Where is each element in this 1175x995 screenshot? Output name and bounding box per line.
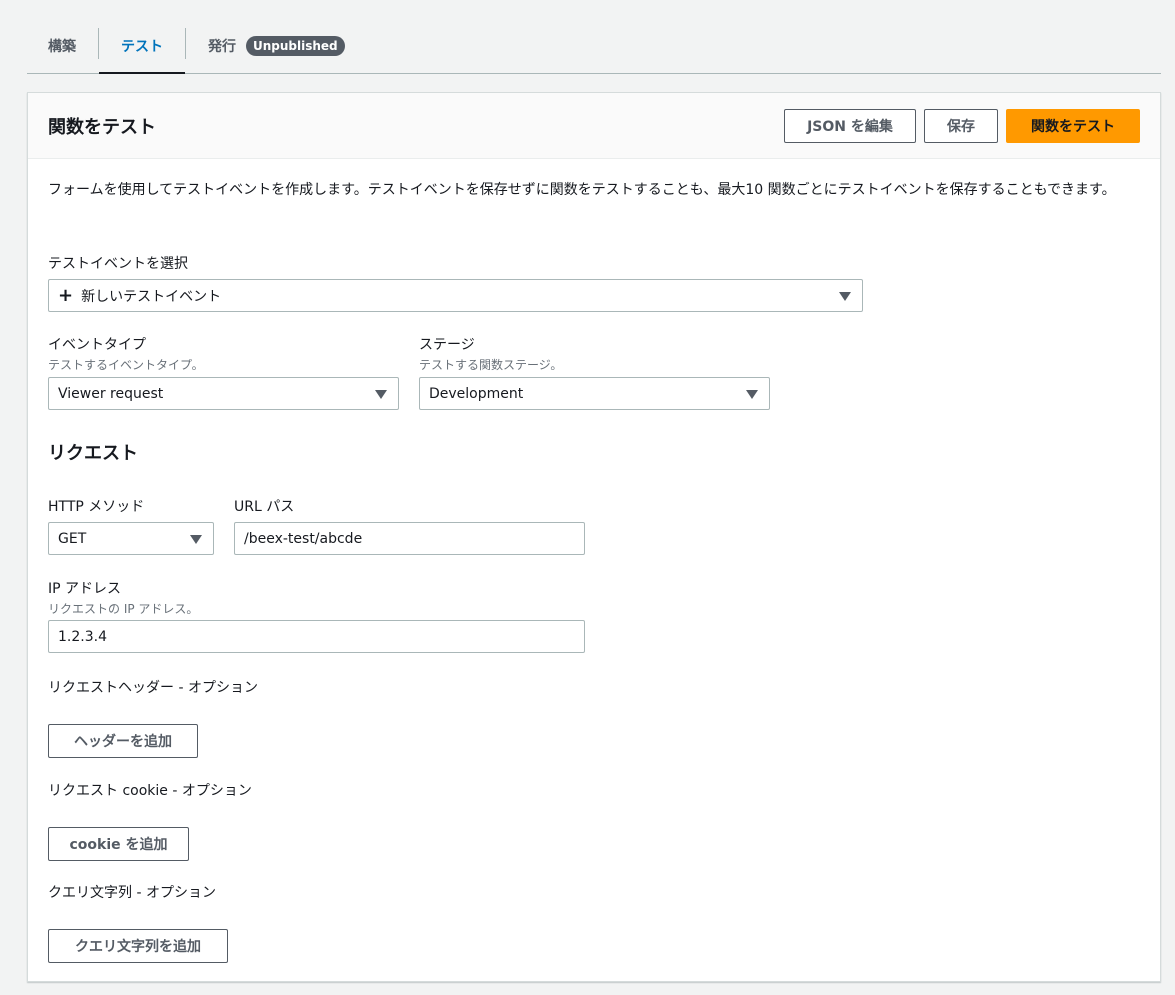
tab-test[interactable]: テスト	[99, 18, 185, 74]
panel-body: フォームを使用してテストイベントを作成します。テストイベントを保存せずに関数をテ…	[28, 159, 1160, 222]
test-function-panel: 関数をテスト JSON を編集 保存 関数をテスト フォームを使用してテストイベ…	[27, 92, 1161, 982]
add-query-string-button[interactable]: クエリ文字列を追加	[48, 929, 228, 963]
ip-address-label: IP アドレス	[48, 581, 122, 597]
panel-title: 関数をテスト	[48, 116, 156, 138]
tab-test-label: テスト	[121, 38, 163, 55]
http-method-select[interactable]: GET	[48, 522, 214, 555]
caret-down-icon	[746, 390, 758, 399]
test-event-select[interactable]: + 新しいテストイベント	[48, 279, 863, 312]
plus-icon: +	[58, 284, 74, 306]
http-method-label: HTTP メソッド	[48, 499, 145, 515]
stage-value: Development	[429, 385, 524, 402]
panel-header: 関数をテスト JSON を編集 保存 関数をテスト	[28, 93, 1160, 159]
stage-label: ステージ	[419, 337, 475, 353]
caret-down-icon	[190, 535, 202, 544]
edit-json-button[interactable]: JSON を編集	[784, 108, 916, 143]
add-header-button[interactable]: ヘッダーを追加	[48, 724, 198, 758]
panel-description: フォームを使用してテストイベントを作成します。テストイベントを保存せずに関数をテ…	[48, 182, 1116, 198]
request-cookie-label: リクエスト cookie - オプション	[48, 783, 252, 799]
test-event-value: 新しいテストイベント	[81, 288, 222, 305]
panel-actions: JSON を編集 保存 関数をテスト	[784, 108, 1140, 143]
tab-build[interactable]: 構築	[27, 18, 98, 73]
request-headers-label: リクエストヘッダー - オプション	[48, 680, 258, 696]
url-path-input[interactable]: /beex-test/abcde	[234, 522, 585, 555]
event-type-value: Viewer request	[58, 385, 164, 402]
tab-publish[interactable]: 発行 Unpublished	[186, 18, 367, 73]
event-type-sublabel: テストするイベントタイプ。	[48, 358, 204, 372]
request-section-title: リクエスト	[48, 443, 138, 464]
save-button[interactable]: 保存	[924, 108, 998, 143]
query-string-label: クエリ文字列 - オプション	[48, 885, 216, 901]
ip-address-value: 1.2.3.4	[58, 628, 107, 645]
ip-address-input[interactable]: 1.2.3.4	[48, 620, 585, 653]
stage-sublabel: テストする関数ステージ。	[419, 358, 563, 372]
stage-select[interactable]: Development	[419, 377, 770, 410]
tab-build-label: 構築	[48, 38, 76, 55]
caret-down-icon	[375, 390, 387, 399]
event-type-label: イベントタイプ	[48, 337, 146, 353]
add-cookie-button[interactable]: cookie を追加	[48, 827, 189, 861]
status-badge: Unpublished	[246, 35, 345, 56]
test-function-button[interactable]: 関数をテスト	[1006, 108, 1140, 143]
caret-down-icon	[839, 292, 851, 301]
tab-publish-label: 発行	[208, 38, 236, 55]
url-path-value: /beex-test/abcde	[244, 530, 363, 547]
event-type-select[interactable]: Viewer request	[48, 377, 399, 410]
http-method-value: GET	[58, 530, 87, 547]
ip-address-sublabel: リクエストの IP アドレス。	[48, 602, 199, 616]
url-path-label: URL パス	[234, 499, 295, 515]
tab-bar: 構築 テスト 発行 Unpublished	[27, 18, 1161, 74]
test-event-label: テストイベントを選択	[48, 256, 188, 272]
